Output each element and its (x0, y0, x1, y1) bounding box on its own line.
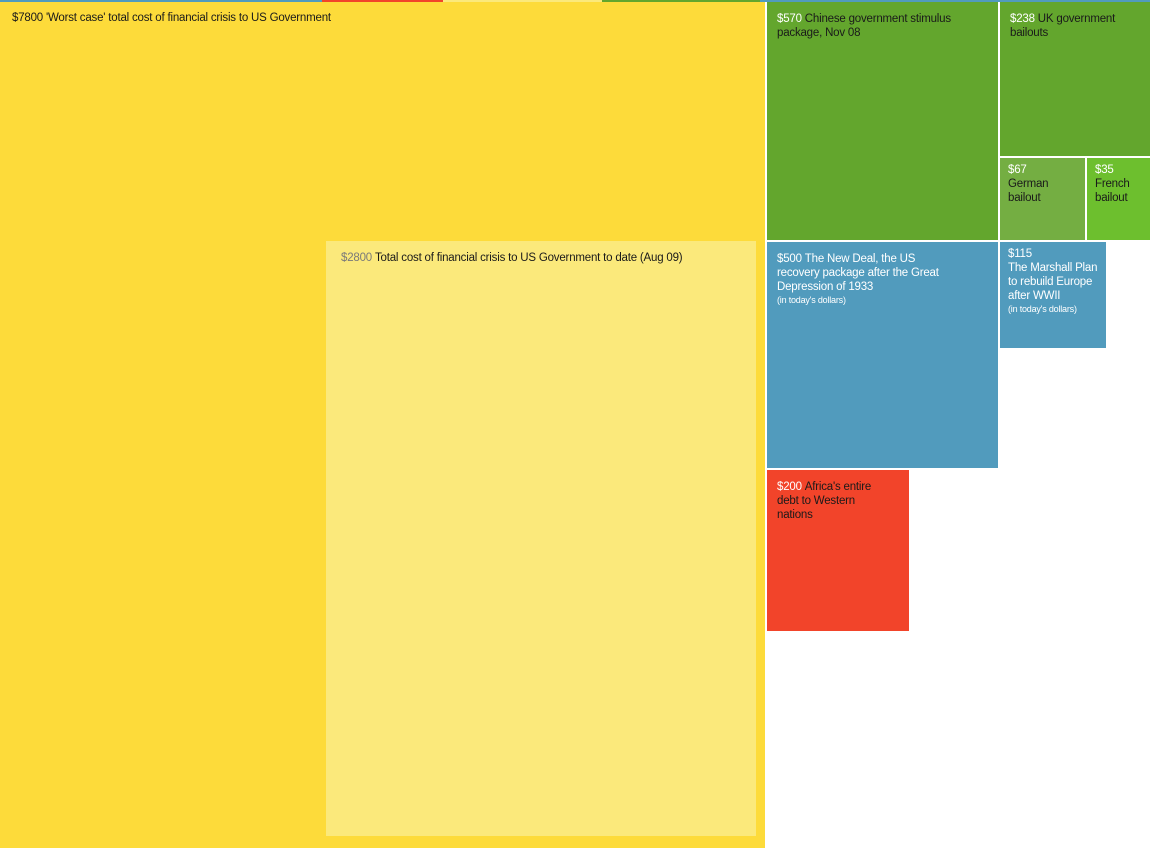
tile-label-marshall-plan: $115 The Marshall Plan to rebuild Europe … (1008, 247, 1103, 315)
tile-uk-bailouts: $238 UK government bailouts (1000, 2, 1150, 156)
tile-new-deal: $500 The New Deal, the US recovery packag… (767, 242, 998, 468)
tile-label-german-bailout: $67 German bailout (1008, 163, 1068, 205)
tile-name-worst-case-us: 'Worst case' total cost of financial cri… (45, 12, 331, 24)
tile-french-bailout: $35 French bailout (1087, 158, 1150, 240)
tile-value-worst-case-us: $7800 (12, 12, 43, 24)
tile-us-to-date: $2800 Total cost of financial crisis to U… (326, 241, 756, 836)
tile-name-german-bailout: German bailout (1008, 178, 1049, 204)
tile-name-china-stimulus: Chinese government stimulus package, Nov… (777, 13, 951, 39)
tile-value-uk-bailouts: $238 (1010, 13, 1035, 25)
tile-name-marshall-plan: The Marshall Plan to rebuild Europe afte… (1008, 262, 1098, 302)
tile-value-german-bailout: $67 (1008, 164, 1027, 176)
tile-label-french-bailout: $35 French bailout (1095, 163, 1140, 205)
tile-marshall-plan: $115 The Marshall Plan to rebuild Europe … (1000, 242, 1106, 348)
tile-german-bailout: $67 German bailout (1000, 158, 1085, 240)
tile-china-stimulus: $570 Chinese government stimulus package,… (767, 2, 998, 240)
tile-label-us-to-date: $2800 Total cost of financial crisis to U… (341, 251, 750, 265)
tile-name-us-to-date: Total cost of financial crisis to US Gov… (374, 252, 683, 264)
tile-label-china-stimulus: $570 Chinese government stimulus package,… (777, 12, 962, 40)
tile-value-french-bailout: $35 (1095, 164, 1114, 176)
tile-value-marshall-plan: $115 (1008, 248, 1032, 260)
tile-label-worst-case-us: $7800 'Worst case' total cost of financia… (12, 11, 759, 25)
tile-label-uk-bailouts: $238 UK government bailouts (1010, 12, 1130, 40)
tile-label-new-deal: $500 The New Deal, the US recovery packag… (777, 252, 942, 306)
tile-note-new-deal: (in today's dollars) (777, 295, 846, 305)
tile-africa-debt: $200 Africa's entire debt to Western nati… (767, 470, 909, 631)
tile-value-africa-debt: $200 (777, 481, 802, 493)
tile-value-new-deal: $500 (777, 253, 802, 265)
tile-note-marshall-plan: (in today's dollars) (1008, 304, 1077, 314)
tile-name-french-bailout: French bailout (1095, 178, 1130, 204)
tile-label-africa-debt: $200 Africa's entire debt to Western nati… (777, 480, 877, 522)
treemap-chart: $7800 'Worst case' total cost of financia… (0, 0, 1150, 852)
tile-value-us-to-date: $2800 (341, 252, 372, 264)
tile-value-china-stimulus: $570 (777, 13, 802, 25)
